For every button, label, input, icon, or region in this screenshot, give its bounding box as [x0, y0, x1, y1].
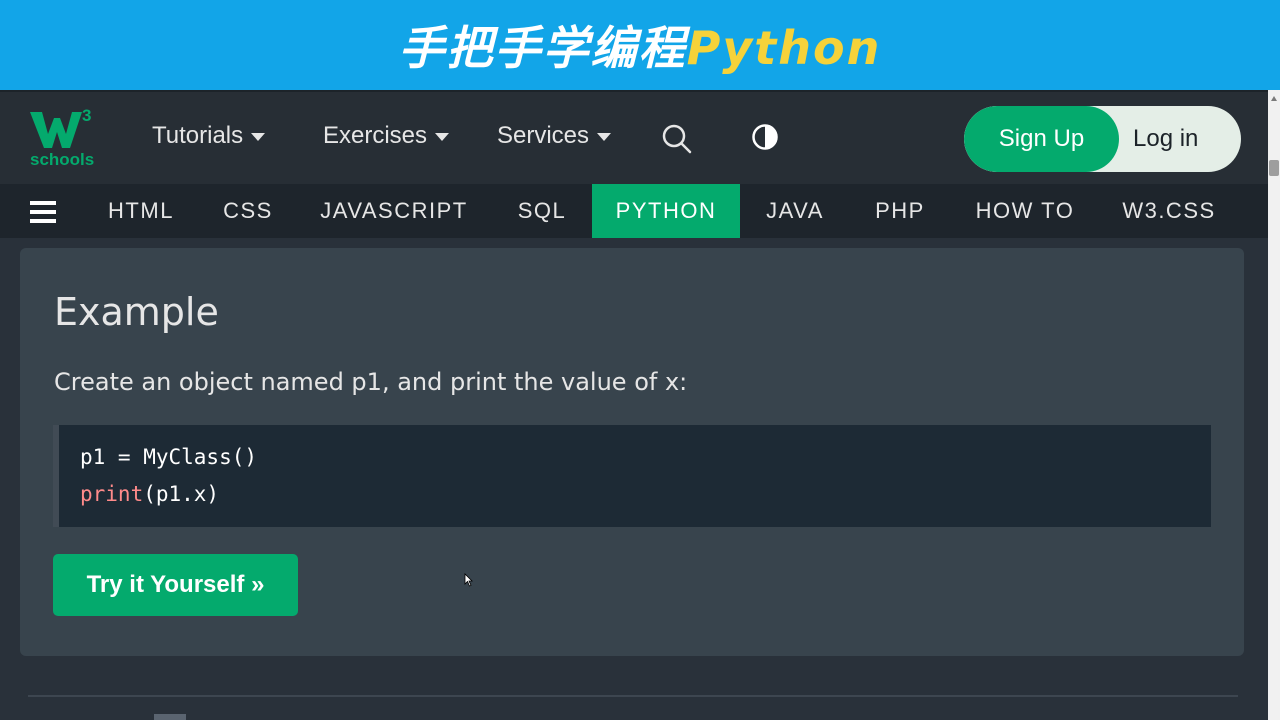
- subnav-item-howto[interactable]: HOW TO: [962, 184, 1088, 238]
- section-divider: [28, 695, 1238, 697]
- example-panel: Example Create an object named p1, and p…: [20, 248, 1244, 656]
- code-line-1: p1 = MyClass(): [80, 445, 258, 469]
- example-description: Create an object named p1, and print the…: [54, 368, 688, 396]
- page-scrollbar[interactable]: [1268, 90, 1280, 720]
- banner-title: 手把手学编程Python: [399, 12, 882, 78]
- code-block: p1 = MyClass() print(p1.x): [53, 425, 1211, 527]
- scrollbar-thumb[interactable]: [1269, 160, 1279, 176]
- partial-element: [154, 714, 186, 720]
- menu-exercises-label: Exercises: [323, 122, 428, 149]
- code-line-2-args: (p1.x): [143, 482, 220, 506]
- menu-tutorials[interactable]: Tutorials: [152, 122, 266, 150]
- logo-superscript: 3: [82, 106, 92, 125]
- code-line-2: print(p1.x): [80, 482, 219, 506]
- logo-text: schools: [30, 150, 95, 169]
- w3-logo-icon: [30, 112, 82, 148]
- caret-down-icon: [435, 133, 450, 141]
- menu-services[interactable]: Services: [497, 122, 612, 150]
- subnav-item-php[interactable]: PHP: [862, 184, 938, 238]
- video-banner: 手把手学编程Python: [0, 0, 1280, 90]
- caret-down-icon: [251, 133, 266, 141]
- login-button[interactable]: Log in: [1119, 106, 1241, 172]
- topic-navbar: HTML CSS JAVASCRIPT SQL PYTHON JAVA PHP …: [0, 184, 1268, 238]
- try-it-yourself-button[interactable]: Try it Yourself »: [53, 554, 298, 616]
- signup-button[interactable]: Sign Up: [964, 106, 1119, 172]
- mouse-cursor-icon: [464, 573, 473, 592]
- subnav-item-css[interactable]: CSS: [206, 184, 290, 238]
- banner-title-python: Python: [686, 21, 882, 75]
- auth-group: Sign Up Log in: [964, 106, 1241, 172]
- menu-exercises[interactable]: Exercises: [323, 122, 450, 150]
- subnav-item-html[interactable]: HTML: [96, 184, 186, 238]
- subnav-item-python[interactable]: PYTHON: [592, 184, 740, 238]
- example-title: Example: [54, 290, 219, 334]
- search-icon[interactable]: [662, 124, 692, 159]
- code-keyword-print: print: [80, 482, 144, 506]
- contrast-icon[interactable]: [752, 124, 778, 155]
- scroll-up-arrow-icon[interactable]: [1271, 96, 1277, 101]
- subnav-item-w3css[interactable]: W3.CSS: [1112, 184, 1226, 238]
- subnav-item-java[interactable]: JAVA: [752, 184, 838, 238]
- caret-down-icon: [597, 133, 612, 141]
- subnav-item-javascript[interactable]: JAVASCRIPT: [310, 184, 478, 238]
- subnav-item-sql[interactable]: SQL: [500, 184, 584, 238]
- menu-services-label: Services: [497, 122, 590, 149]
- hamburger-menu-icon[interactable]: [30, 201, 56, 223]
- banner-title-cn: 手把手学编程: [398, 21, 687, 75]
- w3schools-logo[interactable]: 3 schools: [28, 106, 100, 172]
- top-navbar: 3 schools Tutorials Exercises Services S…: [0, 90, 1268, 184]
- menu-tutorials-label: Tutorials: [152, 122, 244, 149]
